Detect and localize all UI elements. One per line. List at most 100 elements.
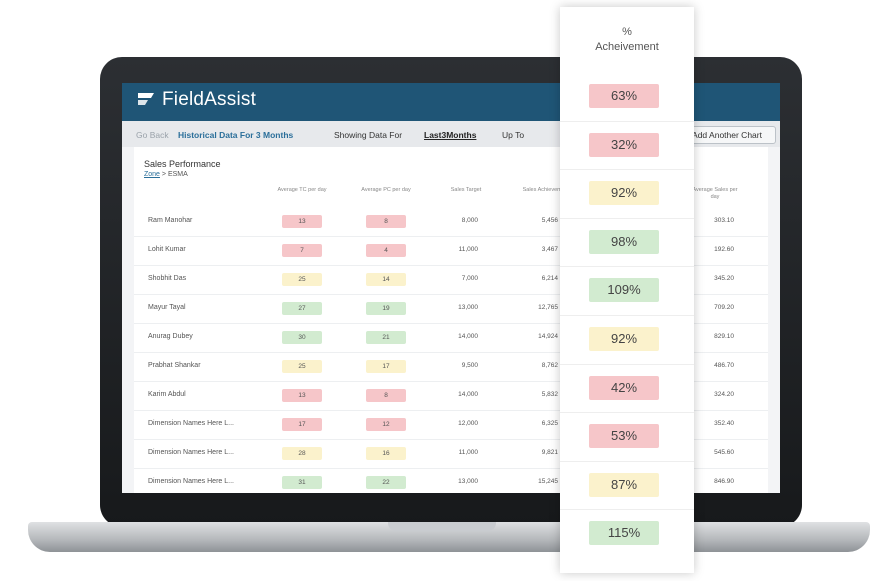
row-divider [560,363,694,365]
achievement-pill: 109% [589,278,659,303]
avg-pc-value: 4 [366,244,406,257]
panel-title: % Acheivement [560,25,694,55]
sales-target-value: 14,000 [458,333,478,340]
row-divider [560,217,694,219]
panel-title-percent: % [622,26,632,38]
row-divider [560,509,694,511]
period-selector[interactable]: Last3Months [424,130,476,140]
sales-target-value: 9,500 [461,362,478,369]
fieldassist-logo-icon [138,93,154,105]
achievement-panel: % Acheivement 63% 32% 92% 98% 109% 92% 42% 53% 8… [560,7,694,573]
sales-target-value: 11,000 [458,246,478,253]
avg-sales-value: 303.10 [714,217,734,224]
rep-name: Anurag Dubey [148,333,193,340]
avg-pc-value: 19 [366,302,406,315]
avg-pc-value: 16 [366,447,406,460]
row-divider [560,266,694,268]
card-title: Sales Performance [144,159,221,169]
avg-pc-value: 8 [366,215,406,228]
rep-name: Mayur Tayal [148,304,186,311]
rep-name: Dimension Names Here L... [148,478,234,485]
column-header-avg-tc: Average TC per day [277,187,327,193]
avg-tc-value: 28 [282,447,322,460]
avg-tc-value: 25 [282,273,322,286]
sales-achievement-value: 8,762 [541,362,558,369]
avg-sales-value: 486.70 [714,362,734,369]
brand-logo[interactable]: FieldAssist [136,89,256,111]
panel-title-label: Acheivement [595,41,659,53]
sales-achievement-value: 15,245 [538,478,558,485]
sales-target-value: 12,000 [458,420,478,427]
rep-name: Lohit Kumar [148,246,186,253]
avg-pc-value: 17 [366,360,406,373]
avg-tc-value: 7 [282,244,322,257]
achievement-pill: 92% [589,181,659,206]
avg-sales-value: 192.60 [714,246,734,253]
avg-tc-value: 13 [282,215,322,228]
achievement-pill: 92% [589,327,659,351]
brand-name: FieldAssist [162,89,257,110]
avg-pc-value: 21 [366,331,406,344]
row-divider [560,315,694,316]
rep-name: Dimension Names Here L... [148,449,234,456]
row-divider [560,412,694,414]
historical-data-tab[interactable]: Historical Data For 3 Months [178,130,293,140]
avg-pc-value: 8 [366,389,406,402]
avg-sales-value: 352.40 [714,420,734,427]
avg-tc-value: 17 [282,418,322,431]
avg-sales-value: 829.10 [714,333,734,340]
sales-achievement-value: 5,832 [541,391,558,398]
avg-pc-value: 12 [366,418,406,431]
sales-target-value: 11,000 [458,449,478,456]
sales-achievement-value: 6,325 [541,420,558,427]
sales-achievement-value: 9,821 [541,449,558,456]
avg-tc-value: 25 [282,360,322,373]
laptop-notch [388,522,496,531]
achievement-pill: 32% [589,132,659,157]
achievement-pill: 42% [589,375,659,400]
avg-sales-value: 345.20 [714,275,734,282]
sales-achievement-value: 6,214 [541,275,558,282]
avg-sales-value: 324.20 [714,391,734,398]
avg-tc-value: 13 [282,389,322,402]
column-header-avg-pc: Average PC per day [361,187,411,193]
go-back-link[interactable]: Go Back [136,130,169,140]
avg-tc-value: 31 [282,476,322,489]
breadcrumb: Zone > ESMA [144,171,188,178]
row-divider [560,460,694,462]
achievement-pill: 115% [589,521,659,546]
sales-achievement-value: 5,456 [541,217,558,224]
avg-sales-value: 709.20 [714,304,734,311]
avg-sales-value: 846.90 [714,478,734,485]
row-divider [560,169,694,171]
row-divider [560,120,694,122]
avg-tc-value: 27 [282,302,322,315]
sales-achievement-value: 12,765 [538,304,558,311]
sales-target-value: 14,000 [458,391,478,398]
up-to-label: Up To [502,130,525,140]
rep-name: Karim Abdul [148,391,186,398]
avg-tc-value: 30 [282,331,322,344]
avg-sales-value: 545.60 [714,449,734,456]
achievement-pill: 63% [589,84,659,108]
achievement-pill: 98% [589,229,659,254]
sales-achievement-value: 3,467 [541,246,558,253]
showing-data-label: Showing Data For [334,130,403,140]
sales-target-value: 13,000 [458,478,478,485]
sales-target-value: 13,000 [458,304,478,311]
rep-name: Shobhit Das [148,275,187,282]
rep-name: Ram Manohar [148,217,193,224]
sales-achievement-value: 14,924 [538,333,558,340]
breadcrumb-zone-link[interactable]: Zone [144,171,160,178]
column-header-avg-sales: Average Sales per day [692,187,738,200]
achievement-pill: 87% [589,472,659,497]
sales-target-value: 8,000 [461,217,478,224]
breadcrumb-current: > ESMA [159,171,188,178]
avg-pc-value: 22 [366,476,406,489]
sales-target-value: 7,000 [461,275,478,282]
rep-name: Dimension Names Here L... [148,420,234,427]
achievement-pill: 53% [589,424,659,449]
rep-name: Prabhat Shankar [148,362,201,369]
column-header-sales-target: Sales Target [450,187,482,193]
avg-pc-value: 14 [366,273,406,286]
